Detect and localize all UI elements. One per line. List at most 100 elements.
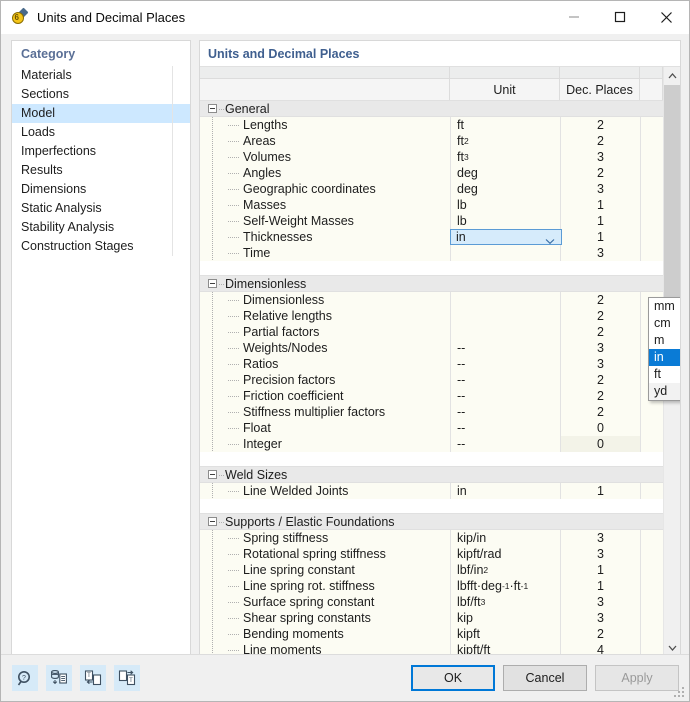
unit-cell[interactable]: kipft/rad [450, 546, 560, 562]
export-units-icon[interactable]: T [114, 665, 140, 691]
unit-cell[interactable]: kipft [450, 626, 560, 642]
unit-cell[interactable] [450, 324, 560, 340]
unit-cell[interactable] [450, 308, 560, 324]
minimize-button[interactable] [551, 1, 597, 33]
group-row[interactable]: General [200, 100, 680, 117]
dec-places-cell[interactable]: 1 [560, 562, 640, 578]
dec-places-cell[interactable]: 3 [560, 546, 640, 562]
unit-combobox[interactable]: in [450, 229, 562, 245]
column-header-name[interactable] [200, 79, 450, 100]
category-item-materials[interactable]: Materials [12, 66, 190, 85]
column-header-extra[interactable] [640, 79, 663, 100]
ok-button[interactable]: OK [411, 665, 495, 691]
unit-cell[interactable]: lbfft·deg -1 ·ft -1 [450, 578, 560, 594]
unit-dropdown-list[interactable]: mm cm m in ft yd [648, 297, 680, 401]
table-row[interactable]: Surface spring constant lbf/ft 3 3 [200, 594, 680, 610]
unit-cell[interactable]: -- [450, 388, 560, 404]
table-row[interactable]: Dimensionless 2 [200, 292, 680, 308]
unit-cell[interactable]: deg [450, 165, 560, 181]
table-row[interactable]: Friction coefficient -- 2 [200, 388, 680, 404]
dec-places-cell[interactable]: 1 [560, 578, 640, 594]
resize-grip[interactable] [674, 687, 686, 699]
dec-places-cell[interactable]: 2 [560, 308, 640, 324]
unit-cell[interactable]: -- [450, 340, 560, 356]
dec-places-cell[interactable]: 3 [560, 181, 640, 197]
unit-cell[interactable]: ft 2 [450, 133, 560, 149]
table-row[interactable]: Line spring constant lbf/in 2 1 [200, 562, 680, 578]
table-row[interactable]: Areas ft 2 2 [200, 133, 680, 149]
dec-places-cell[interactable]: 2 [560, 372, 640, 388]
unit-cell[interactable]: -- [450, 372, 560, 388]
dec-places-cell[interactable]: 2 [560, 117, 640, 133]
category-item-dimensions[interactable]: Dimensions [12, 180, 190, 199]
category-item-construction-stages[interactable]: Construction Stages [12, 237, 190, 256]
dec-places-cell[interactable]: 3 [560, 530, 640, 546]
dec-places-cell[interactable]: 3 [560, 340, 640, 356]
table-row[interactable]: Precision factors -- 2 [200, 372, 680, 388]
dec-places-cell[interactable]: 0 [560, 436, 640, 452]
table-row[interactable]: Lengths ft 2 [200, 117, 680, 133]
dropdown-option-ft[interactable]: ft [649, 366, 680, 383]
unit-cell[interactable]: kip [450, 610, 560, 626]
dec-places-cell[interactable]: 2 [560, 324, 640, 340]
column-header-unit[interactable]: Unit [450, 79, 560, 100]
dec-places-cell[interactable]: 1 [560, 197, 640, 213]
table-row[interactable]: Integer -- 0 [200, 436, 680, 452]
table-row[interactable]: Line Welded Joints in 1 [200, 483, 680, 499]
table-row[interactable]: Angles deg 2 [200, 165, 680, 181]
dropdown-option-cm[interactable]: cm [649, 315, 680, 332]
close-button[interactable] [643, 1, 689, 33]
category-item-stability-analysis[interactable]: Stability Analysis [12, 218, 190, 237]
unit-cell[interactable]: lbf/ft 3 [450, 594, 560, 610]
dec-places-cell[interactable]: 2 [560, 626, 640, 642]
unit-cell[interactable]: lb [450, 213, 560, 229]
unit-cell[interactable] [450, 245, 560, 261]
dec-places-cell[interactable]: 2 [560, 292, 640, 308]
table-row[interactable]: Thicknesses in 1 [200, 229, 680, 245]
dropdown-option-mm[interactable]: mm [649, 298, 680, 315]
scroll-down-arrow-icon[interactable] [664, 639, 680, 654]
dec-places-cell[interactable]: 3 [560, 356, 640, 372]
unit-cell[interactable]: lbf/in 2 [450, 562, 560, 578]
dec-places-cell[interactable]: 2 [560, 388, 640, 404]
dec-places-cell[interactable]: 3 [560, 610, 640, 626]
unit-cell[interactable]: lb [450, 197, 560, 213]
dec-places-cell[interactable]: 2 [560, 404, 640, 420]
unit-cell[interactable]: kip/in [450, 530, 560, 546]
table-row[interactable]: Stiffness multiplier factors -- 2 [200, 404, 680, 420]
column-header-dec-places[interactable]: Dec. Places [560, 79, 640, 100]
table-row[interactable]: Shear spring constants kip 3 [200, 610, 680, 626]
table-row[interactable]: Ratios -- 3 [200, 356, 680, 372]
table-row[interactable]: Rotational spring stiffness kipft/rad 3 [200, 546, 680, 562]
group-row[interactable]: Dimensionless [200, 275, 680, 292]
find-icon[interactable]: ? [12, 665, 38, 691]
table-row[interactable]: Line spring rot. stiffness lbfft·deg -1 ·ft… [200, 578, 680, 594]
import-units-icon[interactable]: T [80, 665, 106, 691]
dropdown-option-in[interactable]: in [649, 349, 680, 366]
dec-places-cell[interactable]: 3 [560, 245, 640, 261]
dec-places-cell[interactable]: 1 [560, 483, 640, 499]
table-row[interactable]: Partial factors 2 [200, 324, 680, 340]
table-row[interactable]: Masses lb 1 [200, 197, 680, 213]
category-item-static-analysis[interactable]: Static Analysis [12, 199, 190, 218]
dropdown-option-yd[interactable]: yd [649, 383, 680, 400]
dec-places-cell[interactable]: 3 [560, 149, 640, 165]
unit-cell[interactable]: -- [450, 356, 560, 372]
dropdown-option-m[interactable]: m [649, 332, 680, 349]
dec-places-cell[interactable]: 2 [560, 133, 640, 149]
dec-places-cell[interactable]: 1 [560, 229, 640, 245]
category-item-sections[interactable]: Sections [12, 85, 190, 104]
group-row[interactable]: Supports / Elastic Foundations [200, 513, 680, 530]
table-row[interactable]: Geographic coordinates deg 3 [200, 181, 680, 197]
category-item-loads[interactable]: Loads [12, 123, 190, 142]
unit-cell[interactable]: ft [450, 117, 560, 133]
unit-cell[interactable]: -- [450, 436, 560, 452]
category-item-results[interactable]: Results [12, 161, 190, 180]
table-row[interactable]: Float -- 0 [200, 420, 680, 436]
table-row[interactable]: Weights/Nodes -- 3 [200, 340, 680, 356]
import-database-icon[interactable] [46, 665, 72, 691]
unit-cell[interactable]: deg [450, 181, 560, 197]
dec-places-cell[interactable]: 0 [560, 420, 640, 436]
table-row[interactable]: Time 3 [200, 245, 680, 261]
maximize-button[interactable] [597, 1, 643, 33]
